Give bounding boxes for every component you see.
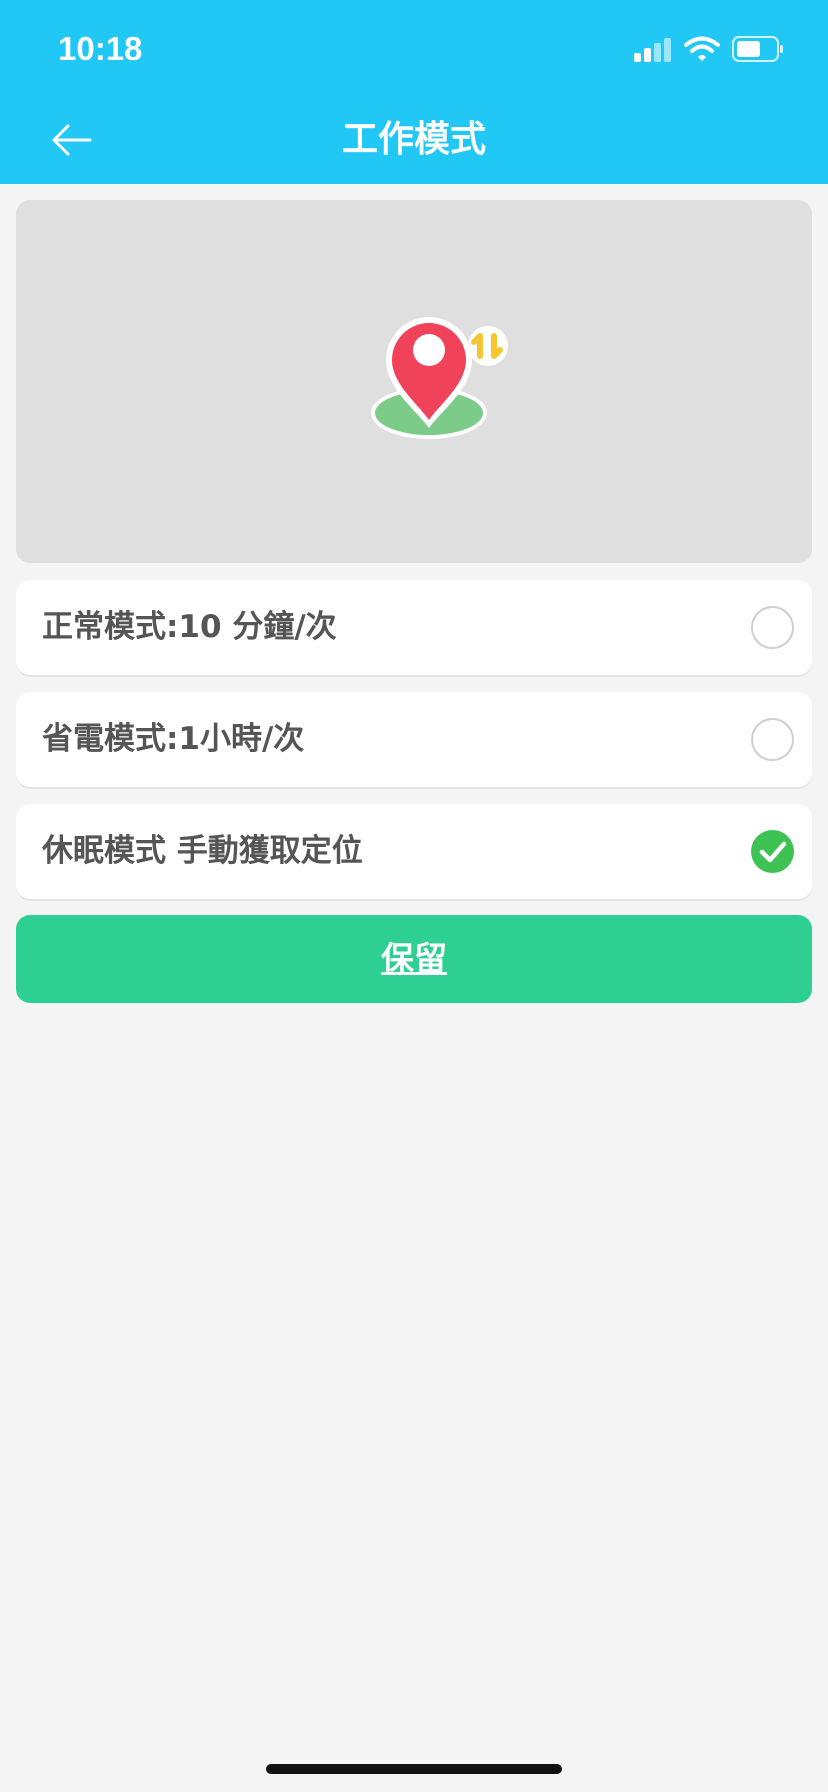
check-circle-icon[interactable]: [751, 830, 794, 873]
mode-option-normal[interactable]: 正常模式:10 分鐘/次: [16, 580, 812, 675]
status-icons: [634, 36, 794, 64]
battery-icon: [732, 36, 783, 62]
app-header: 10:18 工作模式: [0, 0, 828, 184]
mode-option-label: 休眠模式 手動獲取定位: [42, 833, 363, 869]
radio-empty-icon[interactable]: [751, 606, 794, 649]
hero-image-area: [16, 200, 812, 563]
mode-option-label: 正常模式:10 分鐘/次: [42, 609, 337, 645]
save-button[interactable]: 保留: [16, 915, 812, 1003]
cellular-signal-icon: [634, 36, 674, 62]
location-pin-sync-icon: [371, 317, 508, 439]
wifi-icon: [684, 36, 720, 61]
mode-option-power-saving[interactable]: 省電模式:1小時/次: [16, 692, 812, 787]
radio-empty-icon[interactable]: [751, 718, 794, 761]
page-title: 工作模式: [341, 119, 486, 160]
mode-option-label: 省電模式:1小時/次: [42, 721, 305, 757]
home-indicator[interactable]: [266, 1764, 562, 1774]
status-time: 10:18: [58, 30, 143, 67]
mode-option-sleep[interactable]: 休眠模式 手動獲取定位: [16, 804, 812, 899]
